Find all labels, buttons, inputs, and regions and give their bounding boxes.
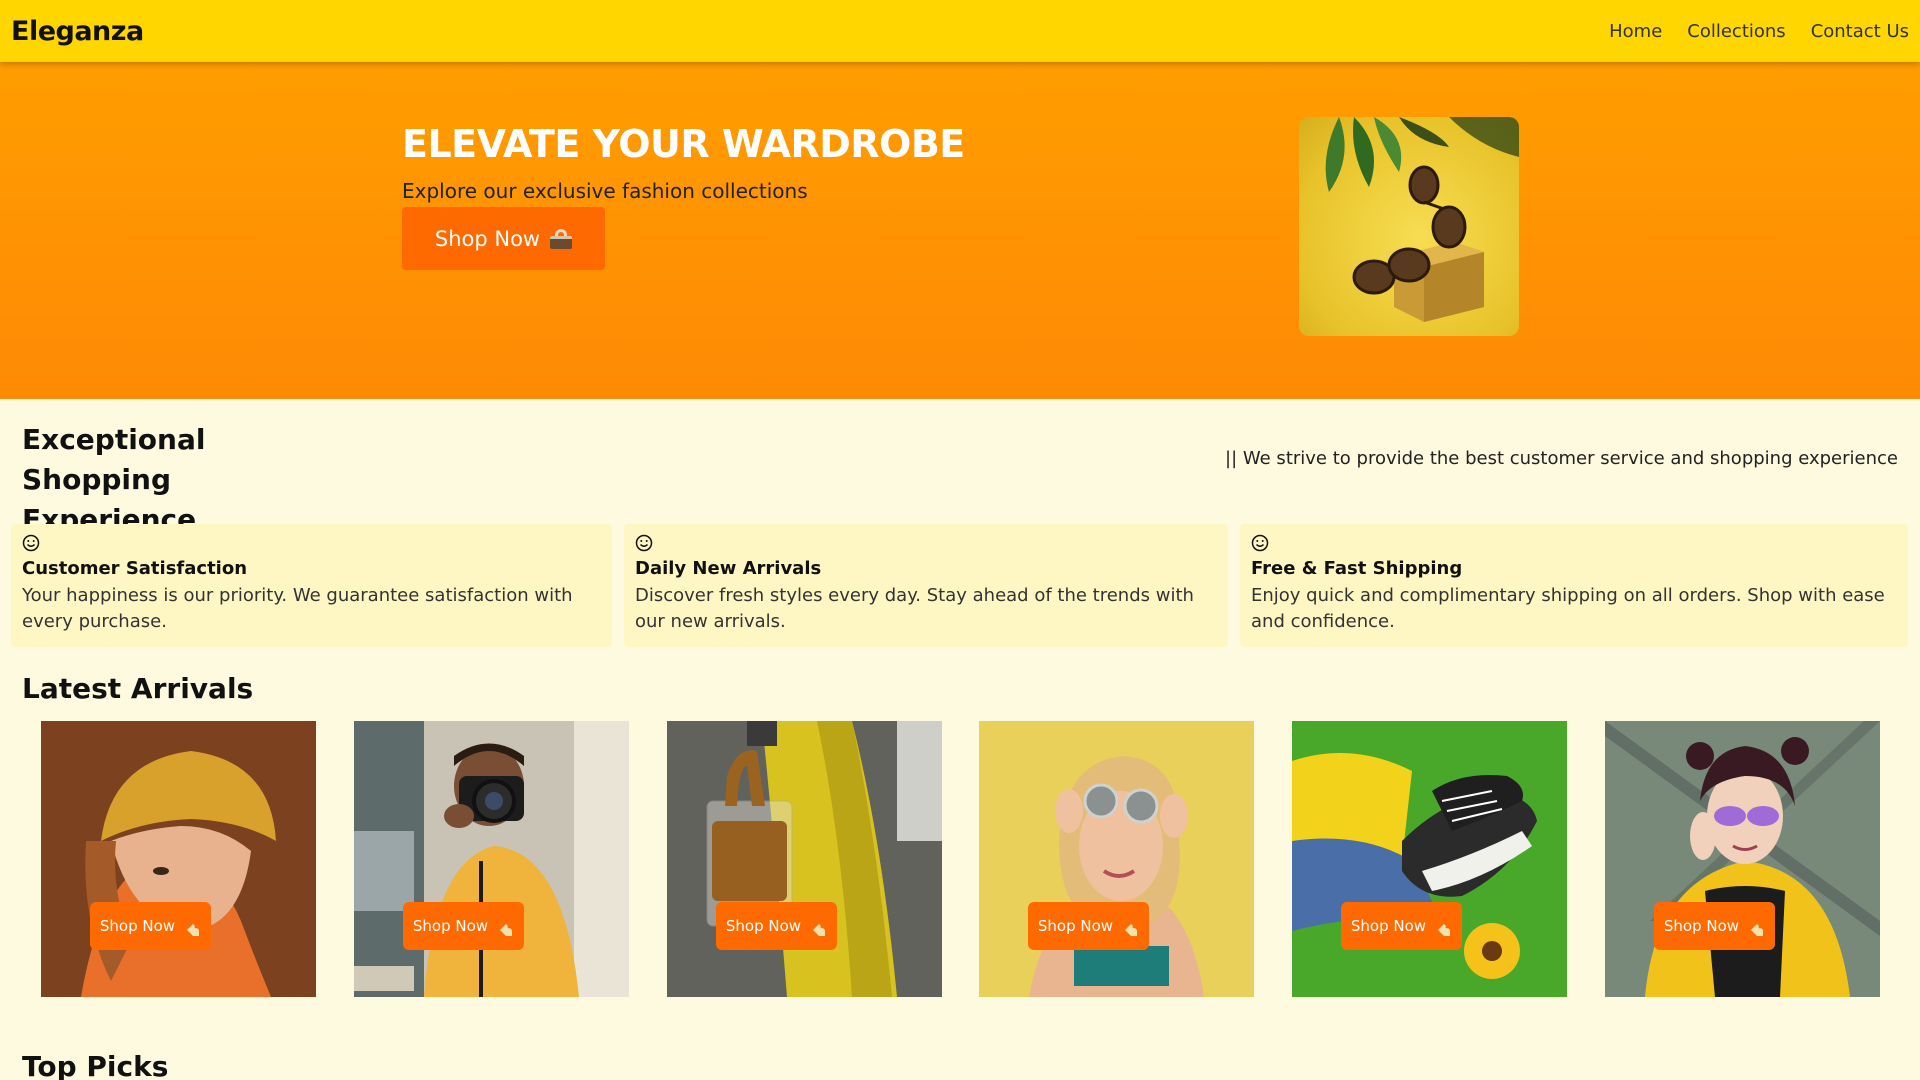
product-shop-now-label: Shop Now bbox=[1663, 917, 1740, 935]
hero-sunglasses-image bbox=[1299, 117, 1519, 336]
product-shop-now-button[interactable]: Shop Now bbox=[403, 902, 524, 950]
tag-icon bbox=[1438, 924, 1451, 936]
smile-icon bbox=[1251, 534, 1269, 552]
smile-icon bbox=[22, 534, 40, 552]
product-card[interactable]: Shop Now bbox=[354, 721, 629, 997]
tag-icon bbox=[187, 924, 200, 936]
latest-arrivals-title: Latest Arrivals bbox=[22, 672, 254, 705]
shopping-bag-icon bbox=[550, 228, 573, 249]
feature-description: Enjoy quick and complimentary shipping o… bbox=[1251, 585, 1885, 632]
product-image-yellow-jacket bbox=[1605, 721, 1880, 997]
nav-link-collections[interactable]: Collections bbox=[1687, 21, 1785, 42]
feature-card-new-arrivals: Daily New Arrivals Discover fresh styles… bbox=[624, 524, 1228, 647]
feature-card-shipping: Free & Fast Shipping Enjoy quick and com… bbox=[1240, 524, 1908, 647]
product-shop-now-button[interactable]: Shop Now bbox=[1028, 902, 1149, 950]
feature-card-satisfaction: Customer Satisfaction Your happiness is … bbox=[11, 524, 612, 647]
nav-links: Home Collections Contact Us bbox=[1609, 21, 1909, 42]
experience-tagline: || We strive to provide the best custome… bbox=[1225, 448, 1898, 469]
product-shop-now-label: Shop Now bbox=[412, 917, 489, 935]
experience-title-line1: Exceptional bbox=[22, 423, 206, 456]
product-image-camera bbox=[354, 721, 629, 997]
hero-shop-now-label: Shop Now bbox=[434, 226, 541, 251]
product-card[interactable]: Shop Now bbox=[979, 721, 1254, 997]
product-shop-now-label: Shop Now bbox=[725, 917, 802, 935]
feature-title: Free & Fast Shipping bbox=[1251, 558, 1463, 579]
nav-link-home[interactable]: Home bbox=[1609, 21, 1662, 42]
top-picks-title: Top Picks bbox=[22, 1050, 169, 1080]
navbar: Eleganza Home Collections Contact Us bbox=[0, 0, 1920, 62]
product-image-sneakers bbox=[1292, 721, 1567, 997]
feature-title: Customer Satisfaction bbox=[22, 558, 248, 579]
product-shop-now-button[interactable]: Shop Now bbox=[1341, 902, 1462, 950]
experience-title: Exceptional Shopping Experience bbox=[22, 420, 352, 540]
product-shop-now-label: Shop Now bbox=[1037, 917, 1114, 935]
product-shop-now-label: Shop Now bbox=[1350, 917, 1427, 935]
feature-description: Discover fresh styles every day. Stay ah… bbox=[635, 585, 1194, 632]
product-image-beanie bbox=[41, 721, 316, 997]
product-shop-now-label: Shop Now bbox=[99, 917, 176, 935]
feature-title: Daily New Arrivals bbox=[635, 558, 822, 579]
product-card[interactable]: Shop Now bbox=[1292, 721, 1567, 997]
brand-logo[interactable]: Eleganza bbox=[11, 16, 144, 47]
tag-icon bbox=[1751, 924, 1764, 936]
hero-banner: ELEVATE YOUR WARDROBE Explore our exclus… bbox=[0, 62, 1920, 399]
product-image-sunglasses bbox=[979, 721, 1254, 997]
product-shop-now-button[interactable]: Shop Now bbox=[90, 902, 211, 950]
tag-icon bbox=[500, 924, 513, 936]
hero-shop-now-button[interactable]: Shop Now bbox=[402, 207, 605, 270]
product-card[interactable]: Shop Now bbox=[41, 721, 316, 997]
hero-subtitle: Explore our exclusive fashion collection… bbox=[402, 179, 808, 203]
product-shop-now-button[interactable]: Shop Now bbox=[716, 902, 837, 950]
tag-icon bbox=[813, 924, 826, 936]
nav-link-contact[interactable]: Contact Us bbox=[1811, 21, 1909, 42]
product-shop-now-button[interactable]: Shop Now bbox=[1654, 902, 1775, 950]
product-image-handbag bbox=[667, 721, 942, 997]
smile-icon bbox=[635, 534, 653, 552]
product-card[interactable]: Shop Now bbox=[1605, 721, 1880, 997]
feature-description: Your happiness is our priority. We guara… bbox=[22, 585, 573, 632]
product-card[interactable]: Shop Now bbox=[667, 721, 942, 997]
tag-icon bbox=[1125, 924, 1138, 936]
hero-title: ELEVATE YOUR WARDROBE bbox=[402, 122, 965, 166]
